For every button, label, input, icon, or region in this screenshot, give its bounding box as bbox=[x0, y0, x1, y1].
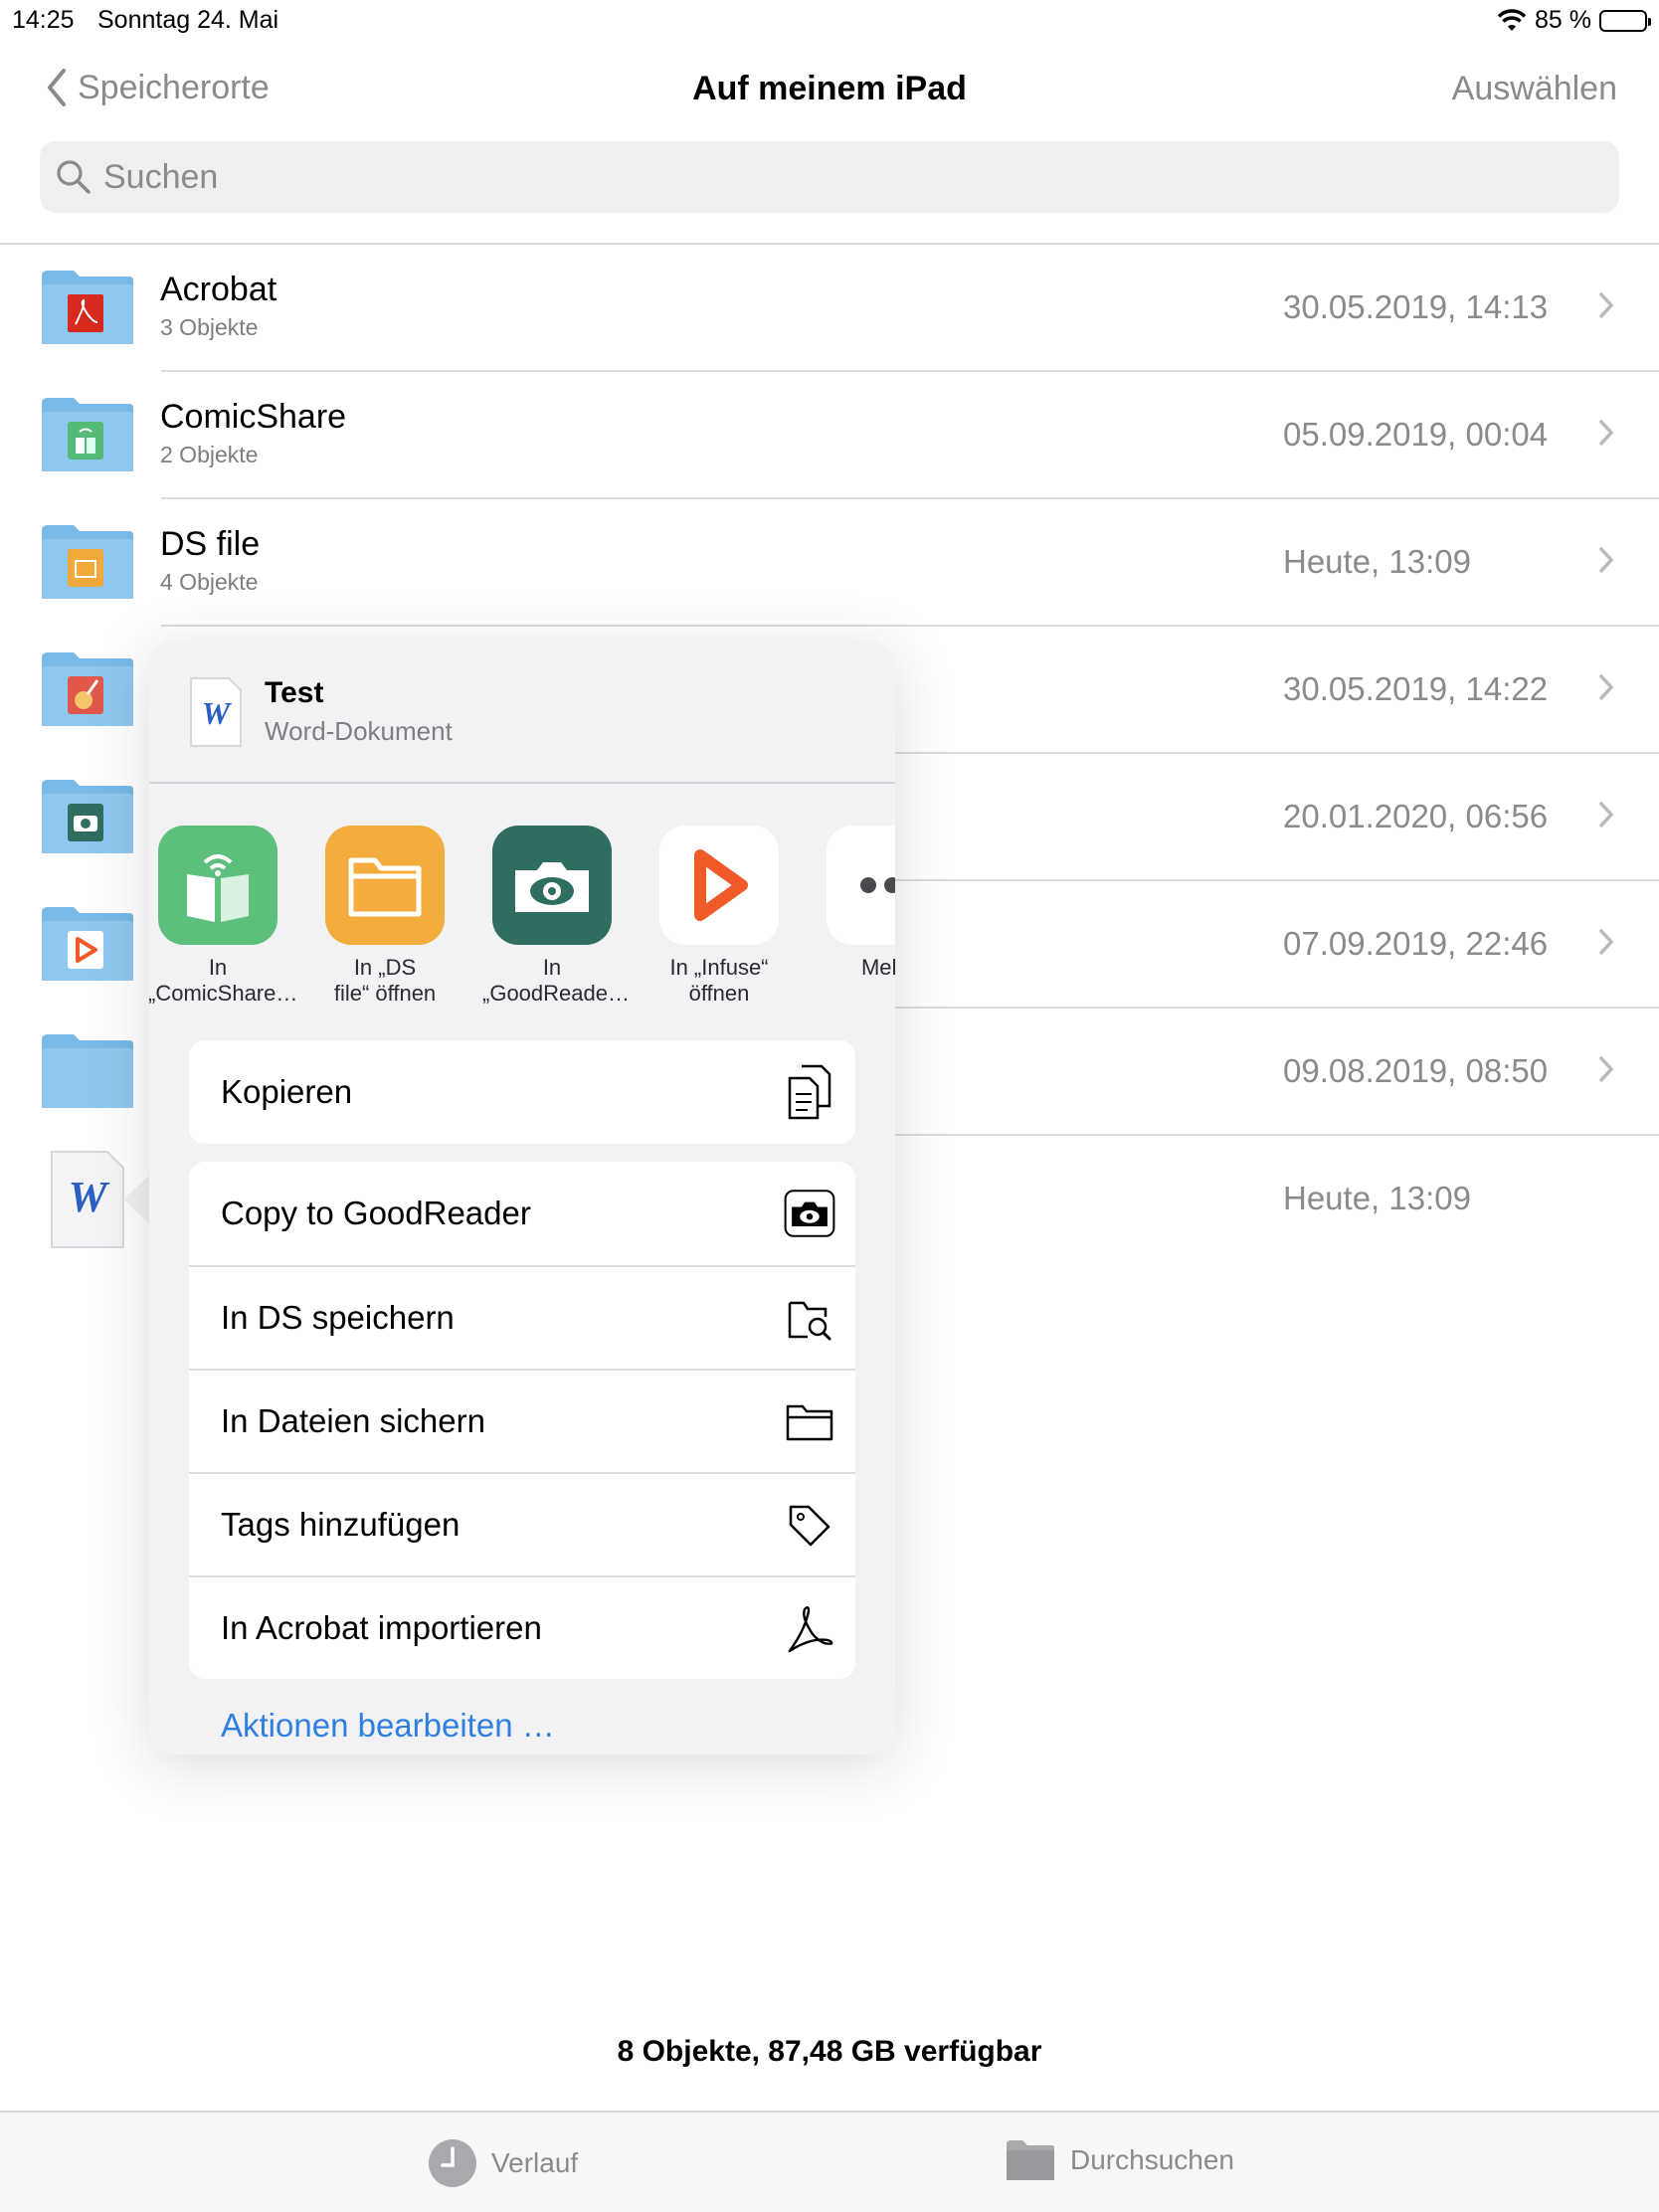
share-sheet-popover: W Test Word-Dokument In „ComicShare… In … bbox=[149, 641, 895, 1754]
list-item-dsfile[interactable]: DS file 4 Objekte Heute, 13:09 bbox=[0, 499, 1659, 627]
file-date: 09.08.2019, 08:50 bbox=[1283, 1052, 1549, 1089]
file-name: DS file bbox=[160, 525, 261, 563]
share-app-label: Mehr bbox=[860, 955, 895, 980]
file-date: 30.05.2019, 14:13 bbox=[1283, 288, 1549, 325]
share-app-dsfile[interactable]: In „DS file“ öffnen bbox=[315, 826, 455, 1007]
file-subtitle: 3 Objekte bbox=[160, 314, 259, 340]
list-item-acrobat[interactable]: Acrobat 3 Objekte 30.05.2019, 14:13 bbox=[0, 245, 1659, 372]
file-date: 05.09.2019, 00:04 bbox=[1283, 416, 1549, 453]
add-tags-action[interactable]: Tags hinzufügen bbox=[189, 1472, 855, 1575]
file-date: 07.09.2019, 22:46 bbox=[1283, 925, 1549, 962]
more-icon bbox=[827, 826, 895, 945]
file-name: Acrobat bbox=[160, 271, 277, 308]
select-button[interactable]: Auswählen bbox=[1452, 70, 1617, 108]
share-app-label: In „DS file“ öffnen bbox=[333, 955, 437, 1006]
comicshare-app-icon bbox=[158, 826, 277, 945]
status-right: 85 % bbox=[1497, 6, 1651, 35]
folder-icon bbox=[42, 1034, 133, 1108]
copy-to-goodreader-action[interactable]: Copy to GoodReader bbox=[189, 1162, 855, 1265]
goodreader-folder-icon bbox=[42, 780, 133, 853]
chevron-right-icon bbox=[1599, 547, 1614, 573]
status-time: 14:25 bbox=[12, 6, 75, 34]
status-bar: 14:25 Sonntag 24. Mai 85 % bbox=[0, 0, 1659, 40]
comicshare-folder-icon bbox=[42, 398, 133, 471]
dsfile-folder-icon bbox=[42, 525, 133, 599]
tab-browse[interactable]: Durchsuchen bbox=[1005, 2138, 1234, 2182]
share-app-label: In „Infuse“ öffnen bbox=[669, 955, 769, 1006]
file-name: ComicShare bbox=[160, 398, 347, 436]
share-app-comicshare[interactable]: In „ComicShare… bbox=[149, 826, 298, 1007]
infuse-app-icon bbox=[659, 826, 779, 945]
import-to-acrobat-action[interactable]: In Acrobat importieren bbox=[189, 1575, 855, 1679]
tab-label: Verlauf bbox=[491, 2147, 579, 2178]
actions-group: Copy to GoodReader In DS speichern In Da… bbox=[189, 1162, 855, 1679]
file-subtitle: 2 Objekte bbox=[160, 442, 259, 467]
copy-action[interactable]: Kopieren bbox=[189, 1040, 855, 1144]
chevron-right-icon bbox=[1599, 1056, 1614, 1082]
share-app-goodreader[interactable]: In „GoodReade… bbox=[482, 826, 630, 1007]
action-label: Kopieren bbox=[221, 1073, 353, 1110]
svg-text:W: W bbox=[202, 695, 233, 731]
chevron-right-icon bbox=[1599, 674, 1614, 700]
share-app-more[interactable]: Mehr bbox=[817, 826, 895, 981]
svg-text:W: W bbox=[68, 1173, 109, 1221]
action-label: Copy to GoodReader bbox=[221, 1195, 531, 1231]
share-sheet-header: W Test Word-Dokument bbox=[149, 641, 895, 784]
edit-actions-link[interactable]: Aktionen bearbeiten … bbox=[221, 1707, 555, 1745]
page-title: Auf meinem iPad bbox=[692, 70, 967, 107]
action-label: Tags hinzufügen bbox=[221, 1506, 461, 1543]
word-document-icon: W bbox=[51, 1151, 124, 1248]
chevron-right-icon bbox=[1599, 292, 1614, 318]
file-date: 30.05.2019, 14:22 bbox=[1283, 670, 1549, 707]
ds-save-action[interactable]: In DS speichern bbox=[189, 1265, 855, 1369]
word-document-icon: W bbox=[190, 677, 242, 747]
item-count: 8 Objekte, 87,48 GB verfügbar bbox=[617, 2035, 1042, 2068]
file-date: Heute, 13:09 bbox=[1283, 543, 1471, 580]
share-app-label: In „ComicShare… bbox=[149, 955, 298, 1006]
goodreader-app-icon bbox=[492, 826, 612, 945]
garageband-folder-icon bbox=[42, 652, 133, 726]
action-label: In DS speichern bbox=[221, 1299, 455, 1336]
clock-icon bbox=[429, 2139, 476, 2187]
share-apps-row: In „ComicShare… In „DS file“ öffnen In „… bbox=[149, 826, 895, 1024]
tab-bar: Verlauf Durchsuchen bbox=[0, 2111, 1659, 2212]
list-item-comicshare[interactable]: ComicShare 2 Objekte 05.09.2019, 00:04 bbox=[0, 372, 1659, 499]
file-subtitle: 4 Objekte bbox=[160, 569, 259, 595]
share-app-infuse[interactable]: In „Infuse“ öffnen bbox=[649, 826, 789, 1007]
goodreader-icon bbox=[784, 1188, 835, 1239]
battery-percent: 85 % bbox=[1535, 6, 1591, 34]
ds-save-icon bbox=[784, 1293, 835, 1345]
search-icon bbox=[57, 160, 91, 194]
search-bar[interactable] bbox=[40, 141, 1619, 213]
folder-icon bbox=[1007, 2140, 1054, 2180]
chevron-right-icon bbox=[1599, 420, 1614, 446]
dsfile-app-icon bbox=[325, 826, 445, 945]
file-date: Heute, 13:09 bbox=[1283, 1180, 1471, 1216]
tab-label: Durchsuchen bbox=[1070, 2144, 1234, 2175]
acrobat-folder-icon bbox=[42, 271, 133, 344]
copy-action-group: Kopieren bbox=[189, 1040, 855, 1144]
document-title: Test bbox=[265, 676, 324, 709]
file-date: 20.01.2020, 06:56 bbox=[1283, 798, 1549, 834]
action-label: In Dateien sichern bbox=[221, 1402, 485, 1439]
share-app-label: In „GoodReade… bbox=[482, 955, 630, 1006]
folder-icon bbox=[784, 1396, 835, 1448]
document-type: Word-Dokument bbox=[265, 716, 453, 746]
navigation-bar: Speicherorte Auf meinem iPad Auswählen bbox=[0, 60, 1659, 119]
chevron-right-icon bbox=[1599, 929, 1614, 955]
chevron-right-icon bbox=[1599, 802, 1614, 828]
search-input[interactable] bbox=[103, 157, 1496, 197]
acrobat-icon bbox=[784, 1603, 835, 1655]
tag-icon bbox=[784, 1500, 835, 1552]
battery-icon bbox=[1599, 9, 1651, 32]
save-to-files-action[interactable]: In Dateien sichern bbox=[189, 1369, 855, 1472]
tab-recent[interactable]: Verlauf bbox=[428, 2138, 578, 2188]
infuse-folder-icon bbox=[42, 907, 133, 981]
copy-icon bbox=[784, 1064, 835, 1120]
wifi-icon bbox=[1497, 8, 1527, 31]
action-label: In Acrobat importieren bbox=[221, 1609, 542, 1646]
status-date: Sonntag 24. Mai bbox=[97, 6, 279, 34]
popover-arrow bbox=[123, 1174, 151, 1225]
